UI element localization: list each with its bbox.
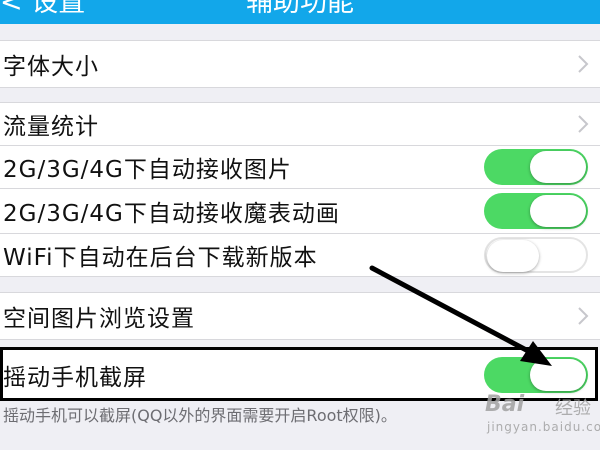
row-label: 2G/3G/4G下自动接收魔表动画 (3, 201, 340, 227)
settings-row-auto-receive-magic: 2G/3G/4G下自动接收魔表动画 (0, 189, 600, 233)
toggle-knob (487, 240, 539, 272)
auto-receive-magic-toggle[interactable] (484, 193, 588, 229)
row-label: 摇动手机截屏 (3, 365, 147, 391)
toggle-knob (530, 151, 586, 183)
watermark-logo: Bai 经验 jingyan.baidu.com (475, 392, 600, 442)
watermark-url: jingyan.baidu.com (487, 420, 600, 434)
watermark-brand: Bai (485, 392, 525, 417)
auto-receive-images-toggle[interactable] (484, 149, 588, 185)
settings-row-auto-receive-images: 2G/3G/4G下自动接收图片 (0, 146, 600, 188)
settings-row-data-usage[interactable]: 流量统计 (0, 103, 600, 145)
chevron-right-icon (578, 307, 589, 325)
settings-row-font-size[interactable]: 字体大小 (0, 41, 600, 87)
toggle-knob (530, 359, 586, 391)
nav-bar: < 设置 辅助功能 (0, 0, 600, 24)
settings-row-qzone-image-settings[interactable]: 空间图片浏览设置 (0, 293, 600, 339)
divider (0, 339, 600, 340)
footer-note: 摇动手机可以截屏(QQ以外的界面需要开启Root权限)。 (3, 406, 397, 425)
row-label: 空间图片浏览设置 (3, 306, 195, 332)
shake-screenshot-toggle[interactable] (484, 357, 588, 393)
divider (0, 276, 600, 277)
wifi-auto-download-toggle[interactable] (484, 237, 588, 273)
chevron-right-icon (578, 55, 589, 73)
settings-row-wifi-auto-download: WiFi下自动在后台下载新版本 (0, 234, 600, 276)
row-label: WiFi下自动在后台下载新版本 (3, 245, 318, 271)
row-label: 字体大小 (3, 54, 99, 80)
page-title: 辅助功能 (246, 0, 354, 18)
toggle-knob (530, 195, 586, 227)
row-label: 流量统计 (3, 114, 99, 140)
divider (0, 87, 600, 88)
chevron-right-icon (578, 115, 589, 133)
row-label: 2G/3G/4G下自动接收图片 (3, 157, 292, 183)
watermark-sub: 经验 (555, 398, 591, 419)
